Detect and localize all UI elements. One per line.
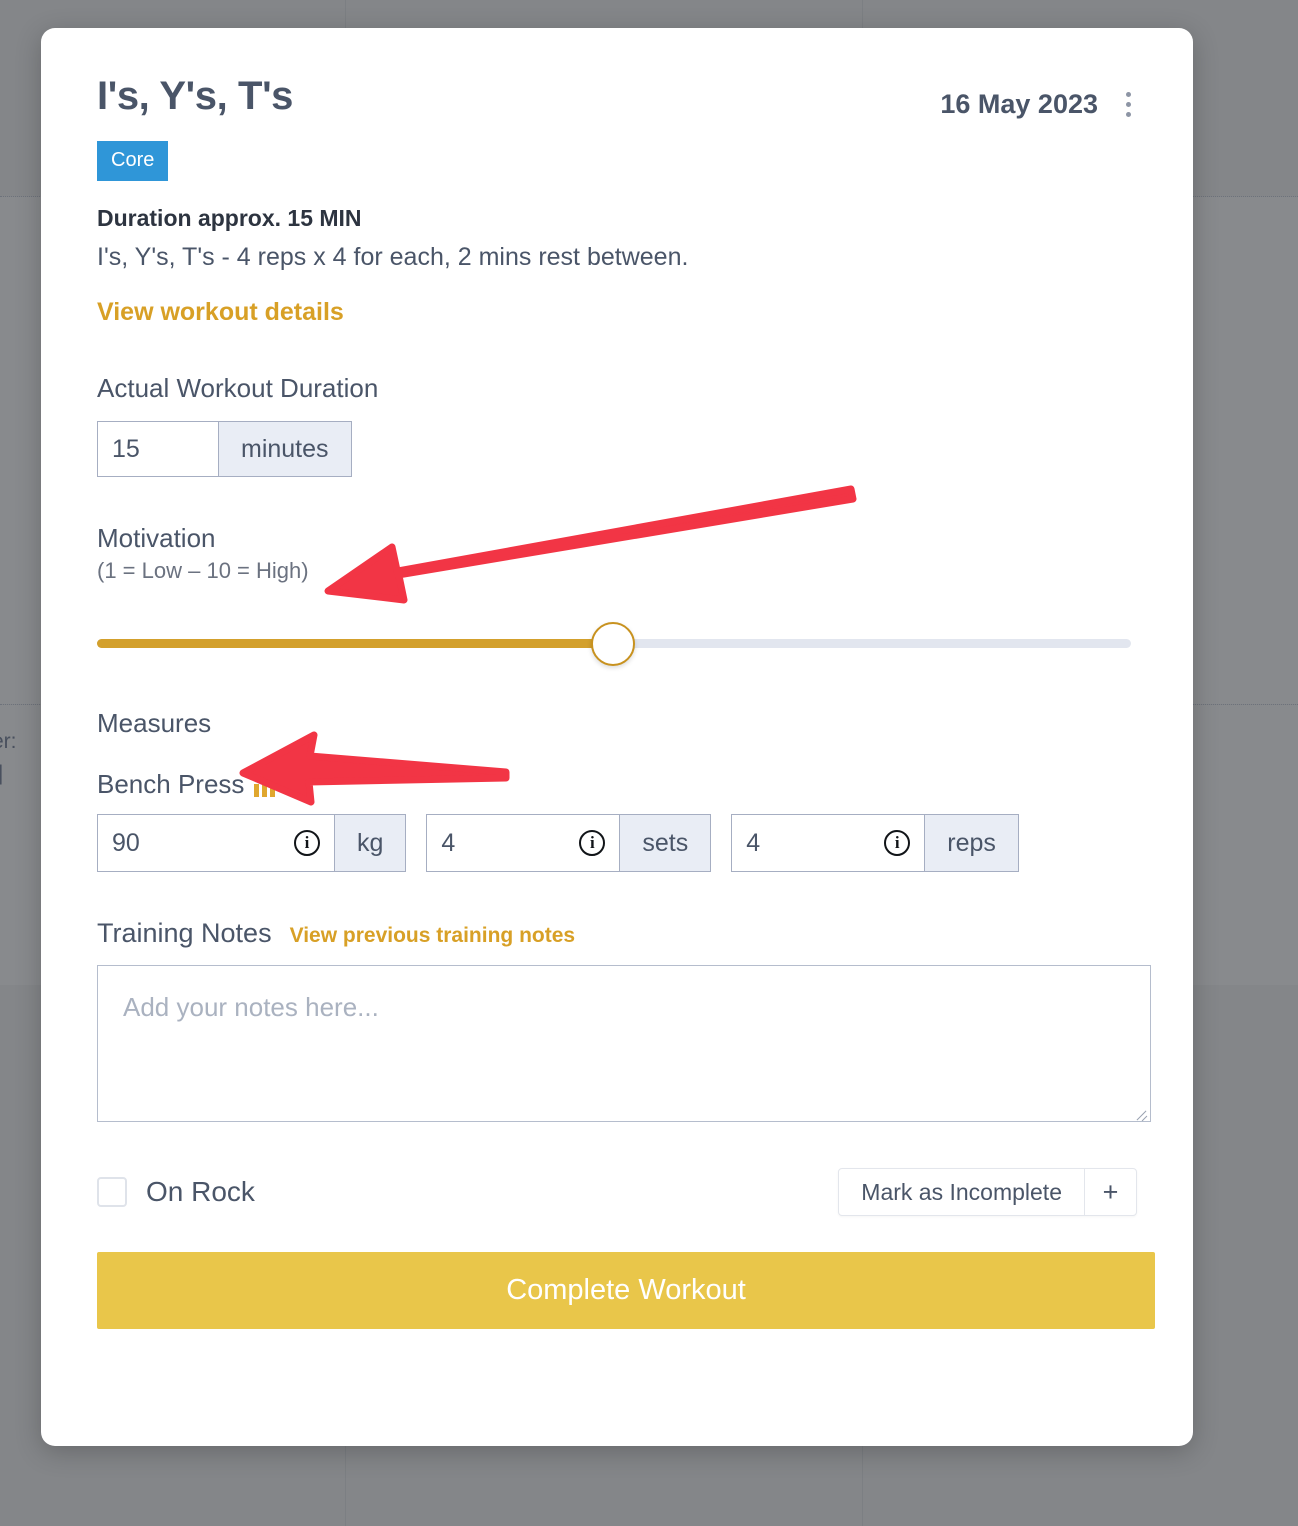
backdrop-partial-text: er: (0, 730, 17, 753)
complete-workout-button[interactable]: Complete Workout (97, 1252, 1155, 1329)
checkbox-box-icon[interactable] (97, 1177, 127, 1207)
workout-modal: I's, Y's, T's 16 May 2023 Core Duration … (41, 28, 1193, 1446)
modal-footer-row: On Rock Mark as Incomplete + (97, 1168, 1137, 1216)
info-icon[interactable]: i (884, 830, 911, 856)
measure-sets-unit: sets (620, 814, 712, 872)
mark-incomplete-button[interactable]: Mark as Incomplete (839, 1169, 1084, 1215)
on-rock-checkbox[interactable]: On Rock (97, 1176, 255, 1208)
exercise-name: Bench Press (97, 769, 245, 799)
training-notes-textarea[interactable]: Add your notes here... (97, 965, 1151, 1122)
mark-incomplete-split-button: Mark as Incomplete + (838, 1168, 1137, 1216)
exercise-name-row: Bench Press (97, 769, 1137, 800)
on-rock-label: On Rock (146, 1176, 255, 1207)
measure-sets-input[interactable]: 4 i (426, 814, 621, 872)
measure-weight-unit: kg (335, 814, 407, 872)
motivation-label: Motivation (97, 523, 216, 553)
modal-header-right: 16 May 2023 (940, 74, 1137, 121)
page-title: I's, Y's, T's (97, 74, 294, 118)
measure-weight-input[interactable]: 90 i (97, 814, 335, 872)
measure-inputs-row: 90 i kg 4 i sets 4 i reps (97, 814, 1137, 872)
motivation-slider[interactable] (97, 622, 1137, 666)
measure-reps-group: 4 i reps (731, 814, 1019, 872)
workout-description: I's, Y's, T's - 4 reps x 4 for each, 2 m… (97, 243, 689, 271)
measure-sets-group: 4 i sets (426, 814, 712, 872)
measure-reps-unit: reps (925, 814, 1019, 872)
status-badge: Core (97, 141, 169, 181)
training-notes-title: Training Notes (97, 918, 272, 948)
measure-reps-input[interactable]: 4 i (731, 814, 926, 872)
info-icon[interactable]: i (579, 830, 606, 856)
measure-reps-value: 4 (746, 828, 761, 857)
modal-header: I's, Y's, T's 16 May 2023 (97, 28, 1137, 121)
bar-chart-icon[interactable] (254, 772, 276, 797)
measure-weight-value: 90 (112, 828, 140, 857)
workout-date: 16 May 2023 (940, 89, 1098, 119)
backdrop-partial-text: | (0, 762, 4, 785)
measure-weight-group: 90 i kg (97, 814, 407, 872)
view-previous-notes-link[interactable]: View previous training notes (290, 924, 576, 948)
motivation-slider-fill (97, 639, 613, 648)
training-notes-header: Training Notes View previous training no… (97, 918, 1137, 949)
actual-duration-unit: minutes (219, 421, 352, 477)
training-notes-placeholder: Add your notes here... (123, 992, 379, 1022)
info-icon[interactable]: i (294, 830, 320, 856)
actual-duration-label: Actual Workout Duration (97, 373, 379, 403)
actual-duration-input[interactable]: 15 (97, 421, 219, 477)
measures-label: Measures (97, 708, 212, 738)
kebab-menu-icon[interactable] (1120, 88, 1137, 121)
add-button[interactable]: + (1084, 1169, 1136, 1215)
actual-duration-value: 15 (112, 434, 140, 463)
duration-summary: Duration approx. 15 MIN (97, 205, 362, 231)
measure-sets-value: 4 (441, 828, 456, 857)
resize-handle-icon[interactable] (1134, 1105, 1148, 1119)
actual-duration-input-group: 15 minutes (97, 421, 352, 477)
view-workout-details-link[interactable]: View workout details (97, 298, 344, 327)
motivation-slider-thumb[interactable] (591, 622, 635, 666)
motivation-scale-hint: (1 = Low – 10 = High) (97, 558, 309, 583)
